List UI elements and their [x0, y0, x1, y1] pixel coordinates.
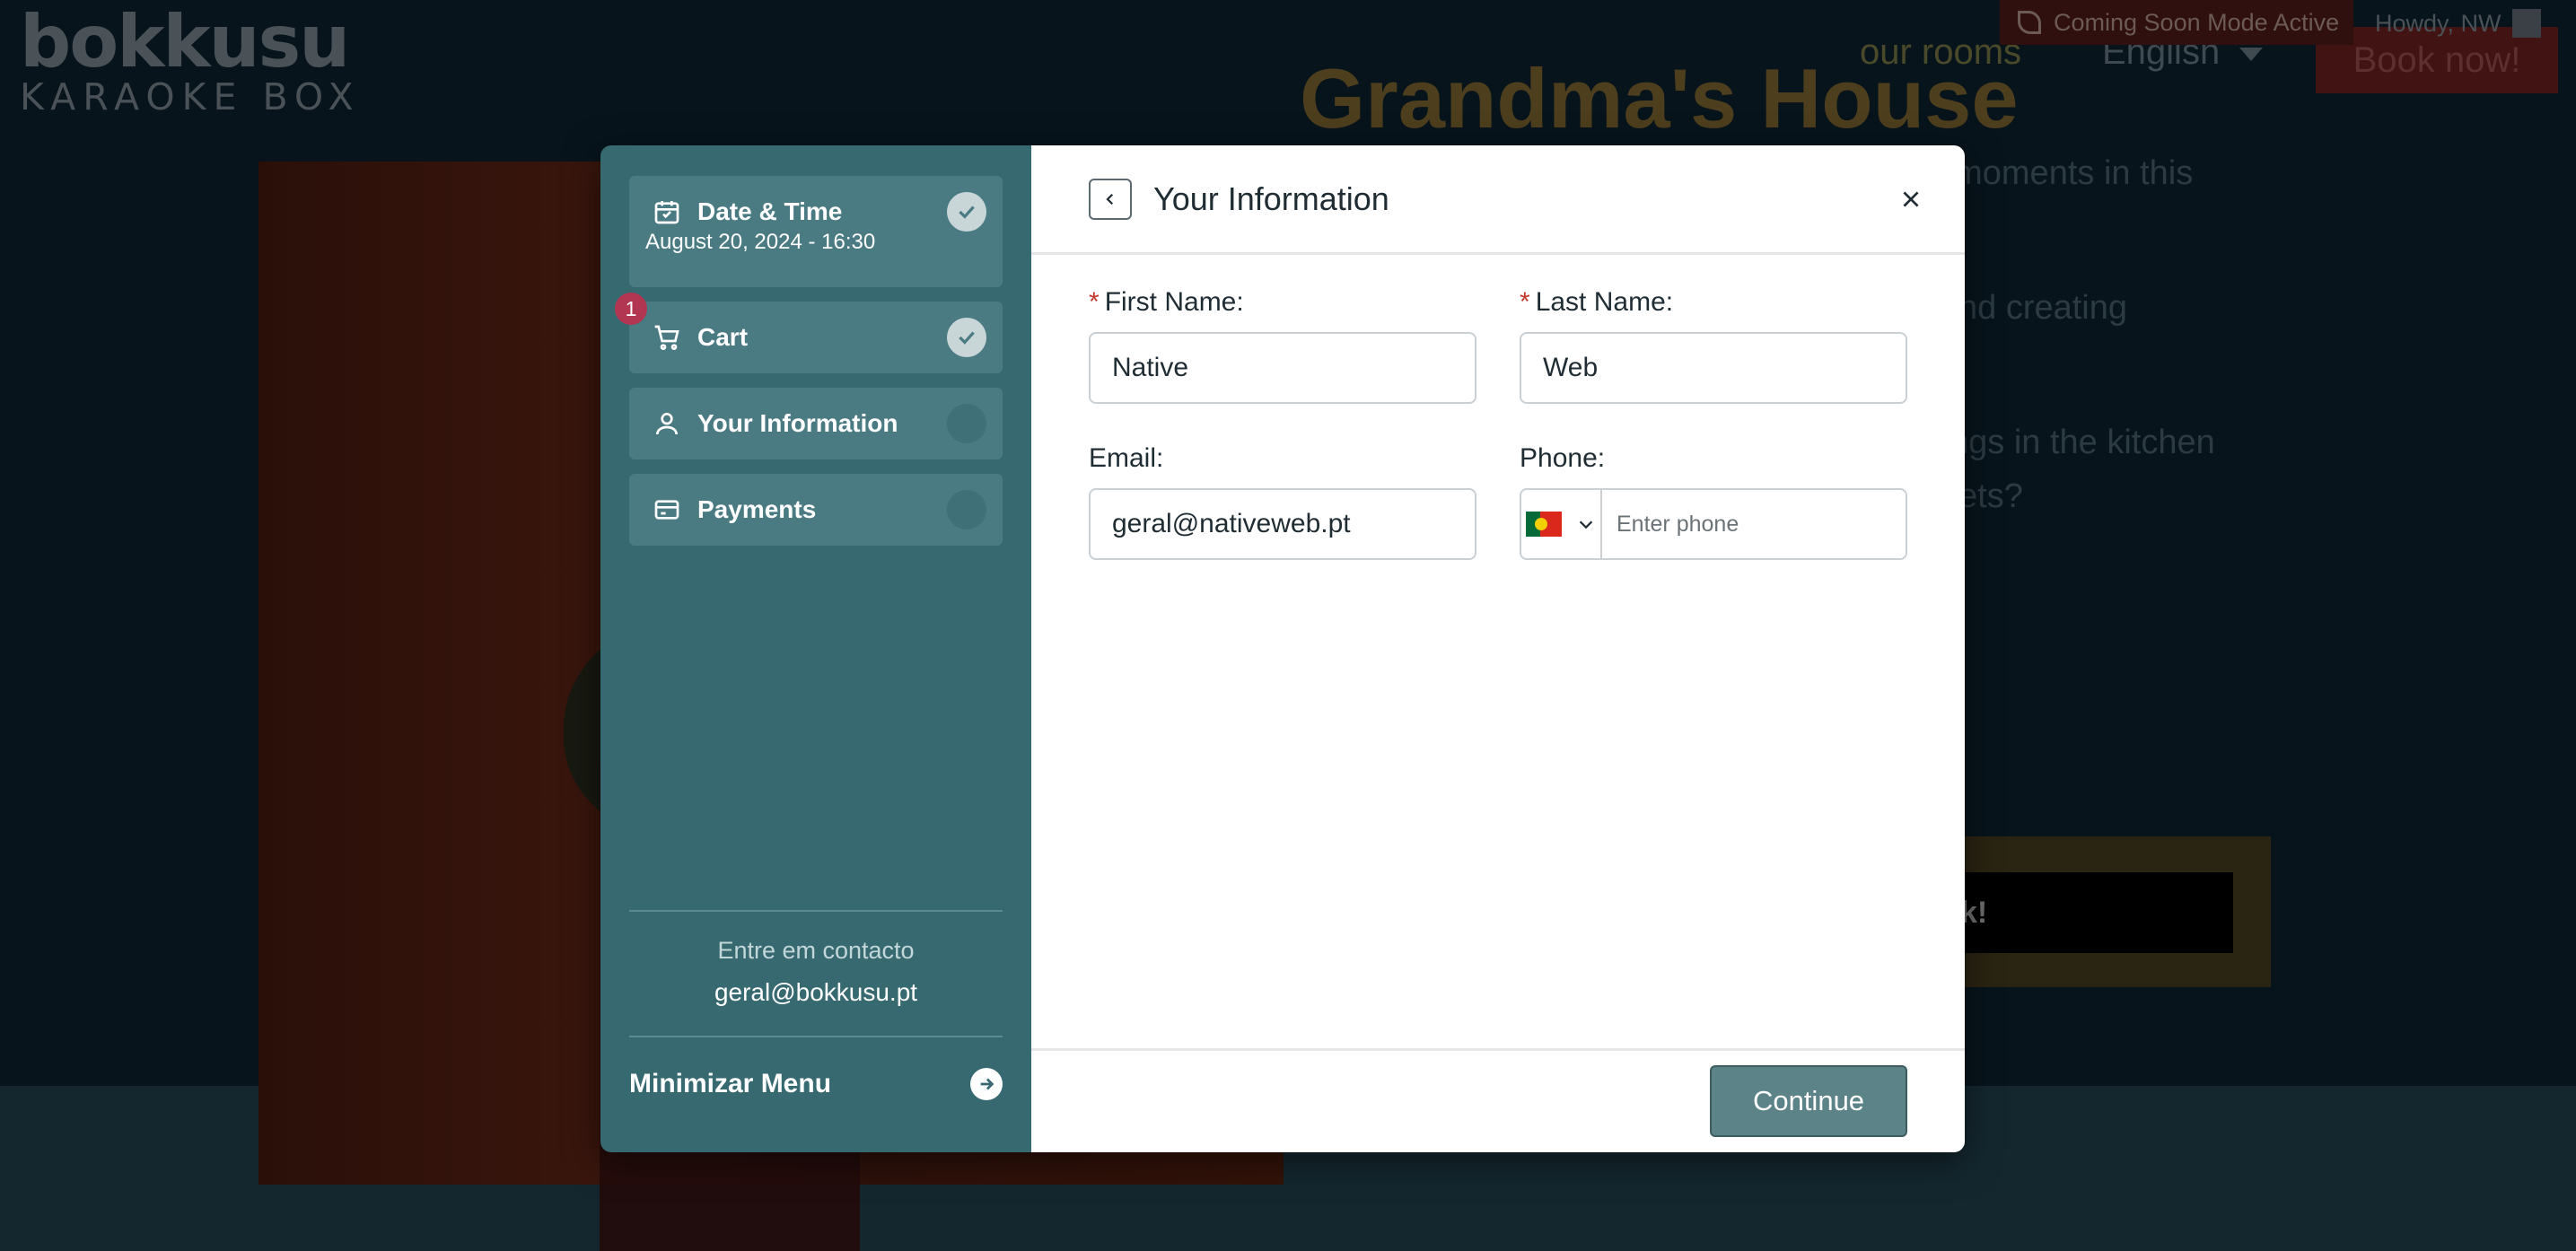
- step-cart[interactable]: Cart: [629, 302, 1003, 373]
- panel-header: Your Information: [1031, 145, 1965, 255]
- chevron-down-icon: [1579, 521, 1593, 529]
- panel-footer: Continue: [1031, 1048, 1965, 1152]
- portugal-flag-icon: [1526, 512, 1562, 537]
- continue-button[interactable]: Continue: [1710, 1065, 1907, 1137]
- hero-text-line: ets?: [1958, 477, 2023, 515]
- admin-user-label: Howdy, NW: [2375, 9, 2502, 37]
- step-your-information[interactable]: Your Information: [629, 388, 1003, 459]
- site-logo[interactable]: bokkusu KARAOKE BOX: [20, 0, 361, 119]
- arrow-right-icon: [970, 1068, 1003, 1100]
- leaf-icon: [2018, 11, 2041, 34]
- contact-label: Entre em contacto: [717, 937, 915, 964]
- minimize-menu-label: Minimizar Menu: [629, 1069, 832, 1098]
- chevron-left-icon: [1106, 193, 1114, 205]
- logo-tagline: KARAOKE BOX: [20, 75, 361, 118]
- phone-input-group: [1520, 488, 1907, 560]
- phone-label: Phone:: [1520, 443, 1606, 473]
- user-icon: [651, 407, 683, 440]
- divider: [629, 1036, 1003, 1037]
- close-button[interactable]: [1893, 181, 1929, 217]
- cart-count-badge: 1: [615, 293, 647, 325]
- step-date-value: August 20, 2024 - 16:30: [645, 230, 876, 254]
- avatar: [2511, 9, 2541, 38]
- last-name-field: * Last Name:: [1520, 287, 1907, 404]
- required-marker: *: [1089, 287, 1100, 317]
- step-date-time[interactable]: Date & Time August 20, 2024 - 16:30: [629, 176, 1003, 287]
- calendar-icon: [651, 196, 683, 228]
- last-name-input[interactable]: [1520, 332, 1907, 404]
- card-icon: [651, 494, 683, 526]
- first-name-input[interactable]: [1089, 332, 1476, 404]
- step-payments[interactable]: Payments: [629, 474, 1003, 546]
- divider: [629, 910, 1003, 912]
- step-label: Date & Time: [697, 197, 843, 225]
- email-input[interactable]: [1089, 488, 1476, 560]
- phone-input[interactable]: [1602, 490, 1906, 558]
- first-name-field: * First Name:: [1089, 287, 1476, 404]
- step-label: Your Information: [697, 409, 898, 437]
- admin-coming-soon-notice[interactable]: Coming Soon Mode Active: [2000, 0, 2354, 45]
- check-icon: [947, 318, 986, 357]
- admin-notice-text: Coming Soon Mode Active: [2054, 8, 2340, 36]
- admin-user-menu[interactable]: Howdy, NW: [2375, 9, 2541, 38]
- cta-button[interactable]: k!: [1948, 872, 2233, 953]
- email-field: Email:: [1089, 443, 1476, 560]
- last-name-label-text: Last Name:: [1535, 287, 1674, 317]
- cart-icon: [651, 321, 683, 354]
- close-icon: [1903, 190, 1919, 207]
- your-information-panel: Your Information *First Name: *Last Name…: [1031, 145, 1965, 1152]
- required-marker: *: [1520, 287, 1530, 317]
- hero-text-line: t moments in this: [1935, 154, 2194, 192]
- contact-email-link[interactable]: geral@bokkusu.pt: [600, 978, 1031, 1007]
- booking-steps-sidebar: Date & Time August 20, 2024 - 16:30 Cart…: [600, 145, 1031, 1152]
- minimize-menu-button[interactable]: Minimizar Menu: [629, 1068, 1003, 1100]
- panel-title: Your Information: [1153, 179, 1389, 217]
- email-label: Email:: [1089, 443, 1164, 473]
- step-label: Cart: [697, 323, 749, 351]
- logo-wordmark: bokkusu: [20, 0, 350, 83]
- step-status-indicator: [947, 490, 986, 529]
- step-label: Payments: [697, 495, 817, 523]
- first-name-label-text: First Name:: [1104, 287, 1244, 317]
- first-name-label: * First Name:: [1089, 287, 1476, 332]
- last-name-label: * Last Name:: [1520, 287, 1907, 332]
- check-icon: [947, 192, 986, 232]
- page-title: Grandma's House: [1300, 51, 2019, 145]
- back-button[interactable]: [1089, 178, 1132, 220]
- country-code-select[interactable]: [1521, 490, 1602, 558]
- caret-down-icon: [2239, 47, 2264, 61]
- phone-field: Phone:: [1520, 443, 1907, 560]
- step-status-indicator: [947, 404, 986, 443]
- hero-text-line: ngs in the kitchen: [1950, 424, 2215, 461]
- booking-modal: Date & Time August 20, 2024 - 16:30 Cart…: [600, 145, 1965, 1152]
- hero-text-line: nd creating: [1958, 289, 2128, 327]
